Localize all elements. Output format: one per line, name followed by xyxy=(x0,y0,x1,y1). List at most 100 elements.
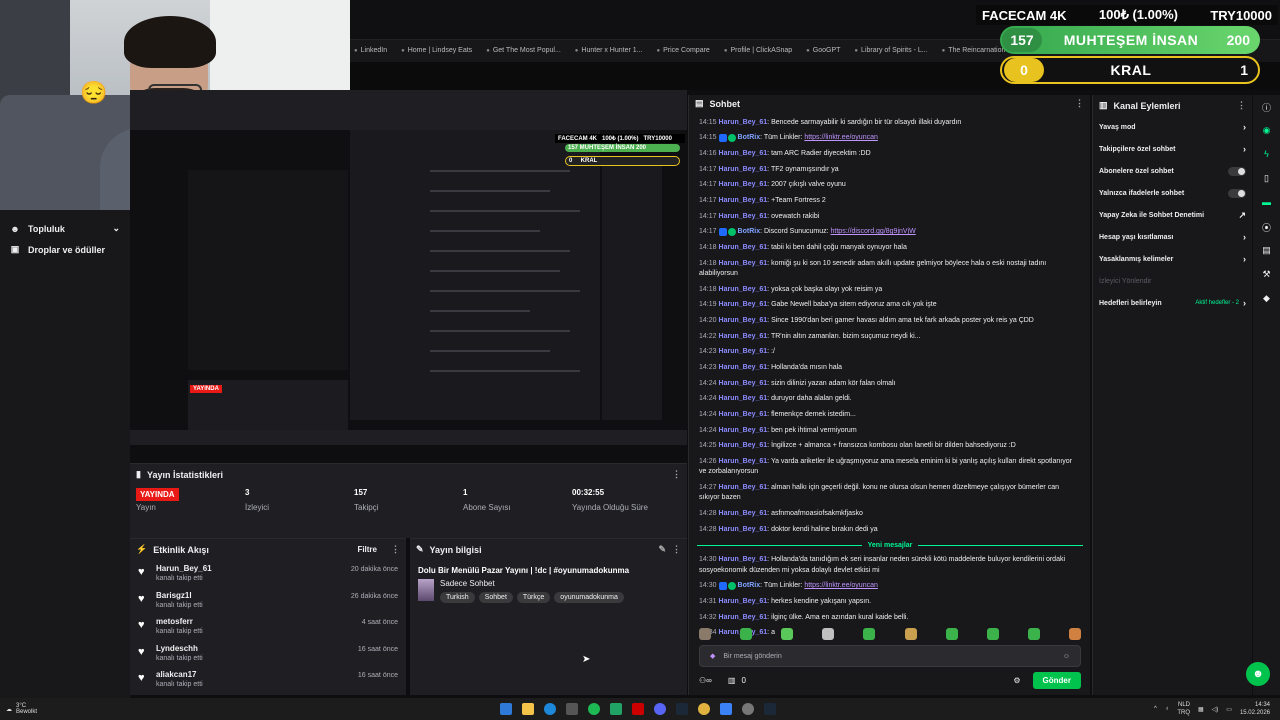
app-icon[interactable] xyxy=(632,703,644,715)
message-link[interactable]: https://linktr.ee/oyuncan xyxy=(804,582,878,589)
message-user[interactable]: BotRix xyxy=(738,228,761,235)
activity-item[interactable]: ♥ metosferr kanalı takip etti 4 saat önce xyxy=(130,613,406,640)
emote-icon[interactable] xyxy=(1068,628,1081,640)
more-options-icon[interactable]: ⋮ xyxy=(672,469,681,480)
channel-action-item[interactable]: Hesap yaşı kısıtlaması › xyxy=(1093,226,1252,248)
tag-chip[interactable]: Türkçe xyxy=(516,592,551,603)
toggle-switch[interactable] xyxy=(1228,188,1246,198)
message-link[interactable]: https://discord.gg/8g9jnVjW xyxy=(831,228,916,235)
tag-chip[interactable]: Sohbet xyxy=(478,592,513,603)
message-user[interactable]: Harun_Bey_61 xyxy=(719,484,768,491)
message-user[interactable]: Harun_Bey_61 xyxy=(719,556,768,563)
obs-icon[interactable] xyxy=(742,703,754,715)
edge-icon[interactable] xyxy=(544,703,556,715)
activity-item[interactable]: ♥ Barisgz1l kanalı takip etti 26 dakika önc… xyxy=(130,587,406,614)
chevron-up-icon[interactable]: ^ xyxy=(1154,706,1157,712)
message-user[interactable]: Harun_Bey_61 xyxy=(719,150,768,157)
message-user[interactable]: Harun_Bey_61 xyxy=(719,427,768,434)
message-user[interactable]: Harun_Bey_61 xyxy=(719,458,768,465)
bookmark-item[interactable]: Get The Most Popul... xyxy=(486,47,561,54)
message-user[interactable]: Harun_Bey_61 xyxy=(719,395,768,402)
message-user[interactable]: Harun_Bey_61 xyxy=(719,166,768,173)
excel-icon[interactable] xyxy=(610,703,622,715)
shapes-icon[interactable]: ◆ xyxy=(1261,293,1273,305)
bits-icon[interactable]: ◆ xyxy=(710,652,715,660)
chat-input[interactable]: ◆ Bir mesaj gönderin ☺ xyxy=(699,645,1081,667)
document-icon[interactable]: ▯ xyxy=(1261,173,1273,185)
clock[interactable]: 14:34 15.02.2026 xyxy=(1240,701,1270,717)
message-user[interactable]: Harun_Bey_61 xyxy=(719,598,768,605)
stream-preview[interactable]: FACECAM 4K 100₺ (1.00%) TRY10000 157 MUH… xyxy=(130,90,687,445)
mic-icon[interactable]: ♁ xyxy=(1165,706,1170,712)
message-user[interactable]: Harun_Bey_61 xyxy=(719,301,768,308)
bookmark-item[interactable]: Library of Spirits - L... xyxy=(854,47,928,54)
settings-icon[interactable]: ⚙ xyxy=(1013,676,1020,685)
message-user[interactable]: Harun_Bey_61 xyxy=(719,244,768,251)
emote-icon[interactable] xyxy=(945,628,958,640)
more-options-icon[interactable]: ⋮ xyxy=(391,544,400,555)
message-user[interactable]: Harun_Bey_61 xyxy=(719,442,768,449)
channel-action-item[interactable]: Hedefleri belirleyin Aktif hedefler - 2 › xyxy=(1093,292,1252,314)
broadcast-icon[interactable]: ⦿ xyxy=(1261,221,1273,233)
sidebar-item-drops[interactable]: ▣ Droplar ve ödüller xyxy=(0,239,130,260)
file-explorer-icon[interactable] xyxy=(522,703,534,715)
message-user[interactable]: Harun_Bey_61 xyxy=(719,260,768,267)
bookmark-item[interactable]: Profile | ClickASnap xyxy=(724,47,792,54)
steam-icon[interactable] xyxy=(676,703,688,715)
bookmark-item[interactable]: LinkedIn xyxy=(354,47,387,54)
camera-icon[interactable]: ◉ xyxy=(1261,125,1273,137)
send-button[interactable]: Gönder xyxy=(1032,671,1081,689)
message-user[interactable]: Harun_Bey_61 xyxy=(719,317,768,324)
weather-widget[interactable]: ☁ 3°C Bewolkt xyxy=(0,703,200,715)
bookmark-item[interactable]: Price Compare xyxy=(657,47,710,54)
channel-points-icon[interactable]: ⚇∞ xyxy=(699,676,712,685)
channel-action-item[interactable]: Yasaklanmış kelimeler › xyxy=(1093,248,1252,270)
start-icon[interactable] xyxy=(500,703,512,715)
more-options-icon[interactable]: ⋮ xyxy=(672,544,681,555)
activity-item[interactable]: ♥ aliakcan17 kanalı takip etti 16 saat önce xyxy=(130,666,406,693)
volume-icon[interactable]: ◁) xyxy=(1212,706,1219,713)
floating-action-button[interactable]: ☻ xyxy=(1246,662,1270,686)
channel-action-item[interactable]: Yavaş mod › xyxy=(1093,116,1252,138)
battery-icon[interactable]: ▭ xyxy=(1226,706,1232,713)
channel-action-item[interactable]: Yalnızca ifadelerle sohbet xyxy=(1093,182,1252,204)
message-user[interactable]: Harun_Bey_61 xyxy=(719,333,768,340)
emote-icon[interactable] xyxy=(863,628,876,640)
lightning-icon[interactable]: ϟ xyxy=(1261,149,1273,161)
message-user[interactable]: Harun_Bey_61 xyxy=(719,213,768,220)
pencil-icon[interactable]: ✎ xyxy=(658,544,666,555)
bookmark-item[interactable]: GooGPT xyxy=(806,47,841,54)
more-options-icon[interactable]: ⋮ xyxy=(1237,100,1246,111)
message-user[interactable]: Harun_Bey_61 xyxy=(719,411,768,418)
message-user[interactable]: Harun_Bey_61 xyxy=(719,364,768,371)
message-user[interactable]: Harun_Bey_61 xyxy=(719,614,768,621)
message-user[interactable]: Harun_Bey_61 xyxy=(719,526,768,533)
wrench-icon[interactable]: ⚒ xyxy=(1261,269,1273,281)
steam-icon[interactable] xyxy=(764,703,776,715)
message-user[interactable]: Harun_Bey_61 xyxy=(719,348,768,355)
tag-chip[interactable]: Turkish xyxy=(440,592,475,603)
message-link[interactable]: https://linktr.ee/oyuncan xyxy=(804,134,878,141)
info-icon[interactable]: ⓘ xyxy=(1261,101,1273,113)
channel-action-item[interactable]: Abonelere özel sohbet xyxy=(1093,160,1252,182)
message-user[interactable]: Harun_Bey_61 xyxy=(719,286,768,293)
message-user[interactable]: Harun_Bey_61 xyxy=(719,181,768,188)
message-user[interactable]: Harun_Bey_61 xyxy=(719,380,768,387)
network-icon[interactable]: ▦ xyxy=(1198,706,1204,713)
message-user[interactable]: Harun_Bey_61 xyxy=(719,510,768,517)
emote-icon[interactable] xyxy=(904,628,917,640)
more-options-icon[interactable]: ⋮ xyxy=(1075,98,1084,109)
channel-action-item[interactable]: Takipçilere özel sohbet › xyxy=(1093,138,1252,160)
channel-action-item[interactable]: Yapay Zeka ile Sohbet Denetimi ↗ xyxy=(1093,204,1252,226)
filter-button[interactable]: Filtre xyxy=(357,545,377,554)
emote-icon[interactable] xyxy=(740,628,753,640)
chrome-icon[interactable] xyxy=(698,703,710,715)
message-user[interactable]: Harun_Bey_61 xyxy=(719,197,768,204)
emote-icon[interactable] xyxy=(1027,628,1040,640)
emote-icon[interactable] xyxy=(986,628,999,640)
toggle-switch[interactable] xyxy=(1228,166,1246,176)
notepad-icon[interactable] xyxy=(720,703,732,715)
sidebar-item-community[interactable]: ☻ Topluluk ⌄ xyxy=(0,218,130,239)
store-icon[interactable] xyxy=(566,703,578,715)
activity-item[interactable]: ♥ Harun_Bey_61 kanalı takip etti 20 dakika … xyxy=(130,560,406,587)
